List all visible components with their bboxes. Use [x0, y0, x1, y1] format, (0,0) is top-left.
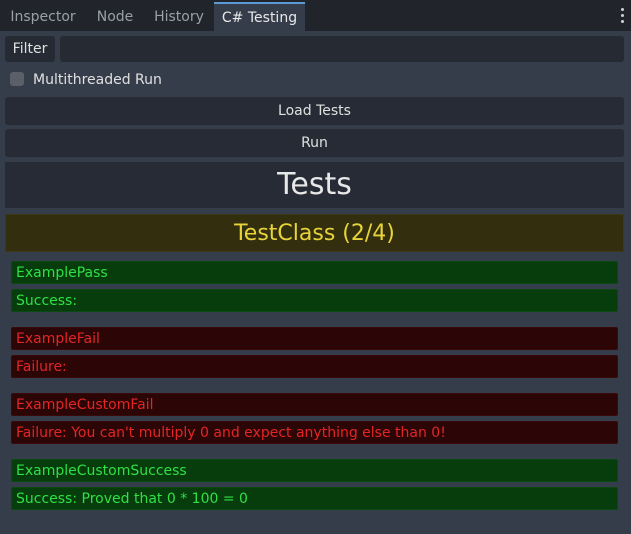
test-message-row: Failure: [11, 355, 618, 378]
run-button[interactable]: Run [5, 129, 624, 157]
tests-title: Tests [5, 162, 624, 208]
filter-button[interactable]: Filter [5, 36, 55, 62]
tab-node[interactable]: Node [86, 4, 144, 31]
test-message-row: Failure: You can't multiply 0 and expect… [11, 421, 618, 444]
test-message-row: Success: [11, 289, 618, 312]
tab-history[interactable]: History [144, 4, 214, 31]
test-class-header[interactable]: TestClass (2/4) [5, 214, 624, 252]
filter-input[interactable] [60, 36, 624, 62]
load-tests-button[interactable]: Load Tests [5, 97, 624, 125]
test-name-row: ExampleCustomFail [11, 393, 618, 416]
tab-csharp-testing[interactable]: C# Testing [214, 2, 305, 33]
more-menu-icon[interactable] [621, 8, 625, 23]
tab-inspector[interactable]: Inspector [0, 4, 86, 31]
dock-tab-bar: Inspector Node History C# Testing [0, 0, 631, 33]
test-name-row: ExamplePass [11, 261, 618, 284]
test-name-row: ExampleFail [11, 327, 618, 350]
multithreaded-label[interactable]: Multithreaded Run [33, 70, 162, 90]
test-name-row: ExampleCustomSuccess [11, 459, 618, 482]
multithreaded-checkbox[interactable] [10, 72, 24, 86]
test-message-row: Success: Proved that 0 * 100 = 0 [11, 487, 618, 510]
